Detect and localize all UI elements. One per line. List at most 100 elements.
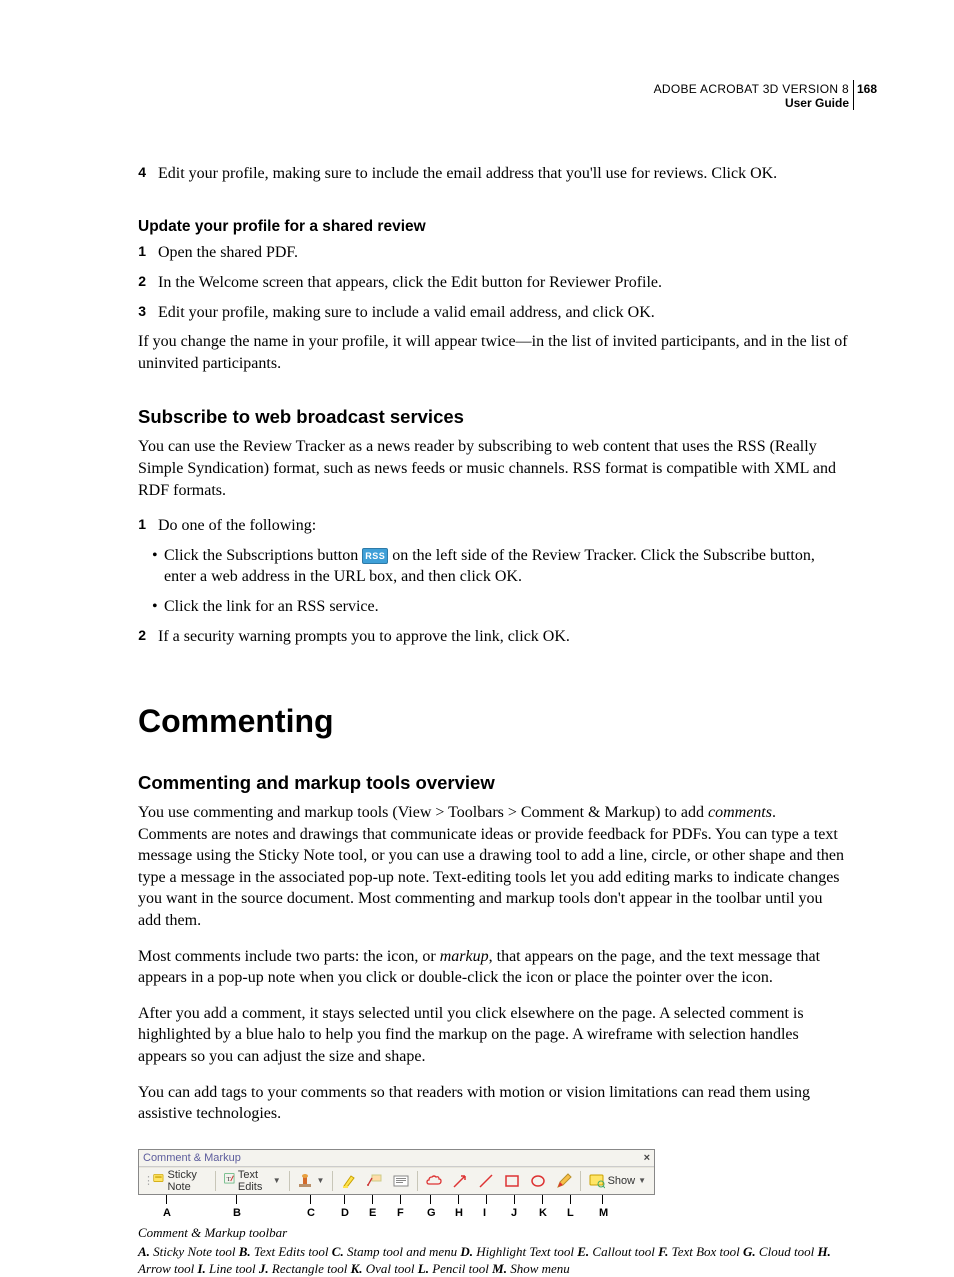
caption-text: Sticky Note tool (150, 1244, 239, 1259)
tick-mark (344, 1195, 345, 1204)
bullet-text: Click the link for an RSS service. (162, 596, 849, 618)
figure-label-letter: G (427, 1207, 436, 1219)
step-number: 2 (128, 626, 146, 648)
text-run: Click the Subscriptions button (164, 547, 362, 564)
step-text: In the Welcome screen that appears, clic… (152, 272, 849, 294)
figure-label-row: ABCDEFGHIJKLM (138, 1195, 653, 1223)
emphasis: comments (708, 804, 772, 821)
separator (289, 1171, 290, 1191)
figure-label-letter: A (163, 1207, 171, 1219)
rss-icon: RSS (362, 548, 388, 564)
tick-mark (400, 1195, 401, 1204)
step-text: Edit your profile, making sure to includ… (152, 163, 849, 185)
show-icon (589, 1173, 605, 1189)
caption-letter: F. (658, 1244, 668, 1259)
button-label: Show (608, 1175, 636, 1187)
tick-mark (570, 1195, 571, 1204)
caption-text: Pencil tool (429, 1261, 492, 1276)
paragraph: You can use the Review Tracker as a news… (138, 436, 849, 501)
show-button[interactable]: Show ▼ (585, 1170, 650, 1192)
figure-label-letter: D (341, 1207, 349, 1219)
text-edits-icon: T (224, 1173, 235, 1189)
step-item: 1 Open the shared PDF. (138, 242, 849, 264)
tick-mark (486, 1195, 487, 1204)
separator (580, 1171, 581, 1191)
header-title: ADOBE ACROBAT 3D VERSION 8 (138, 82, 849, 96)
step-text: Edit your profile, making sure to includ… (152, 302, 849, 324)
tick-mark (458, 1195, 459, 1204)
cloud-button[interactable] (422, 1170, 446, 1192)
step-item: 2 In the Welcome screen that appears, cl… (138, 272, 849, 294)
gripper-icon: ⋮ (143, 1174, 147, 1187)
document-page: ADOBE ACROBAT 3D VERSION 8 User Guide 16… (0, 0, 954, 1235)
rectangle-button[interactable] (500, 1170, 524, 1192)
paragraph: If you change the name in your profile, … (138, 331, 849, 374)
caption-letter: L. (418, 1261, 429, 1276)
cloud-icon (426, 1173, 442, 1189)
step-text: Open the shared PDF. (152, 242, 849, 264)
paragraph: You can add tags to your comments so tha… (138, 1082, 849, 1125)
tick-mark (372, 1195, 373, 1204)
step-number: 1 (128, 515, 146, 537)
step-item: 4 Edit your profile, making sure to incl… (138, 163, 849, 185)
step-number: 1 (128, 242, 146, 264)
figure-label-letter: I (483, 1207, 486, 1219)
bullet-item: • Click the Subscriptions button RSS on … (138, 545, 849, 588)
sticky-note-button[interactable]: Sticky Note (149, 1170, 211, 1192)
caption-text: Line tool (206, 1261, 259, 1276)
heading-commenting: Commenting (138, 703, 849, 740)
figure-caption-title: Comment & Markup toolbar (138, 1225, 849, 1242)
highlight-button[interactable] (337, 1170, 361, 1192)
figure-label-letter: J (511, 1207, 517, 1219)
tick-mark (166, 1195, 167, 1204)
page-header: ADOBE ACROBAT 3D VERSION 8 User Guide 16… (138, 82, 849, 111)
caption-text: Cloud tool (756, 1244, 818, 1259)
tick-mark (602, 1195, 603, 1204)
caption-text: Oval tool (363, 1261, 418, 1276)
figure-label-letter: C (307, 1207, 315, 1219)
line-button[interactable] (474, 1170, 498, 1192)
text-run: Most comments include two parts: the ico… (138, 948, 440, 965)
caption-letter: D. (460, 1244, 473, 1259)
arrow-button[interactable] (448, 1170, 472, 1192)
oval-button[interactable] (526, 1170, 550, 1192)
paragraph: After you add a comment, it stays select… (138, 1003, 849, 1068)
pencil-button[interactable] (552, 1170, 576, 1192)
sticky-note-icon (153, 1173, 164, 1189)
callout-icon (367, 1173, 383, 1189)
caption-letter: K. (351, 1261, 363, 1276)
text-run: You use commenting and markup tools (Vie… (138, 804, 708, 821)
separator (332, 1171, 333, 1191)
button-label: Sticky Note (167, 1169, 207, 1193)
page-number: 168 (857, 82, 877, 96)
step-number: 4 (128, 163, 146, 185)
paragraph: Most comments include two parts: the ico… (138, 946, 849, 989)
figure-label-letter: H (455, 1207, 463, 1219)
caption-letter: M. (492, 1261, 507, 1276)
tick-mark (430, 1195, 431, 1204)
caption-text: Stamp tool and menu (344, 1244, 461, 1259)
textbox-button[interactable] (389, 1170, 413, 1192)
textbox-icon (393, 1173, 409, 1189)
tick-mark (310, 1195, 311, 1204)
tick-mark (236, 1195, 237, 1204)
dropdown-icon: ▼ (638, 1176, 646, 1185)
arrow-icon (452, 1173, 468, 1189)
text-edits-button[interactable]: T Text Edits ▼ (220, 1170, 285, 1192)
figure-label-letter: L (567, 1207, 574, 1219)
caption-letter: B. (239, 1244, 251, 1259)
text-run: . Comments are notes and drawings that c… (138, 804, 844, 929)
header-separator (853, 80, 854, 110)
header-subtitle: User Guide (138, 96, 849, 110)
callout-button[interactable] (363, 1170, 387, 1192)
toolbar-row: ⋮ Sticky Note T Text Edits ▼ ▼ (139, 1167, 654, 1194)
figure-label-letter: B (233, 1207, 241, 1219)
close-icon[interactable]: × (644, 1152, 650, 1164)
figure-label-letter: M (599, 1207, 608, 1219)
step-item: 3 Edit your profile, making sure to incl… (138, 302, 849, 324)
pencil-icon (556, 1173, 572, 1189)
heading-subscribe: Subscribe to web broadcast services (138, 406, 849, 428)
caption-text: Arrow tool (138, 1261, 197, 1276)
caption-text: Callout tool (589, 1244, 658, 1259)
stamp-button[interactable]: ▼ (293, 1170, 328, 1192)
